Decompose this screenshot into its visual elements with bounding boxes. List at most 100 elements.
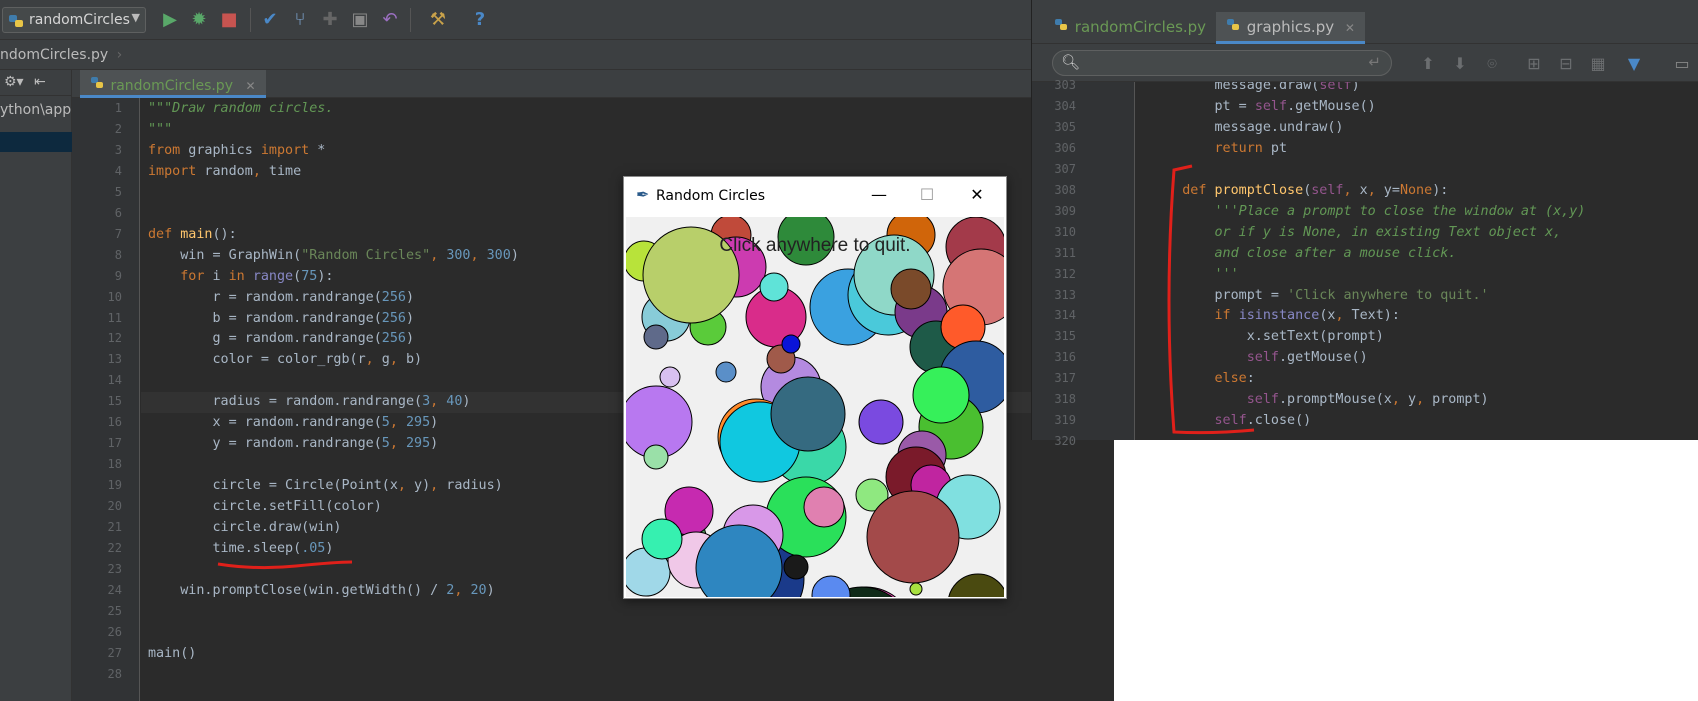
line-number: 319 bbox=[1054, 413, 1076, 428]
line-number: 26 bbox=[107, 624, 122, 639]
arrow-up-icon[interactable]: ⬆ bbox=[1418, 54, 1438, 74]
circle bbox=[643, 324, 669, 350]
code-line[interactable]: """Draw random circles. bbox=[148, 98, 1108, 119]
right-tabbar: randomCircles.py ✕ graphics.py ✕ bbox=[1032, 0, 1698, 44]
tab-randomcircles-right[interactable]: randomCircles.py ✕ bbox=[1044, 12, 1237, 44]
code-line[interactable] bbox=[148, 601, 1108, 622]
line-number: 19 bbox=[107, 478, 122, 493]
tk-feather-icon: ✒ bbox=[636, 185, 650, 204]
line-number: 28 bbox=[107, 666, 122, 681]
chevron-right-icon: › bbox=[116, 47, 123, 63]
vcs-branch-icon[interactable]: ⑂ bbox=[288, 8, 312, 32]
circles-drawing bbox=[626, 217, 1004, 597]
line-number: 303 bbox=[1054, 78, 1076, 92]
code-line[interactable]: message.undraw() bbox=[1150, 117, 1698, 138]
code-line[interactable]: pt = self.getMouse() bbox=[1150, 96, 1698, 117]
minimize-button[interactable]: — bbox=[856, 181, 902, 209]
filter-icon[interactable]: ▼ bbox=[1624, 54, 1644, 74]
line-number: 27 bbox=[107, 645, 122, 660]
line-number: 5 bbox=[114, 184, 122, 199]
select-all-occurrences-icon[interactable]: ▦ bbox=[1588, 54, 1608, 74]
line-number: 9 bbox=[114, 268, 122, 283]
close-icon[interactable]: ✕ bbox=[1345, 21, 1355, 35]
tab-graphics[interactable]: graphics.py ✕ bbox=[1216, 12, 1365, 44]
line-number: 320 bbox=[1054, 434, 1076, 449]
code-line[interactable]: main() bbox=[148, 643, 1108, 664]
remove-occurrence-icon[interactable]: ⊟ bbox=[1556, 54, 1576, 74]
code-line[interactable] bbox=[148, 664, 1108, 685]
close-icon[interactable]: ✕ bbox=[245, 79, 255, 93]
maximize-button[interactable]: ☐ bbox=[904, 181, 950, 209]
line-number: 7 bbox=[114, 226, 122, 241]
vcs-update-icon[interactable]: ✔ bbox=[258, 8, 282, 32]
line-number: 2 bbox=[114, 121, 122, 136]
vcs-history-icon[interactable]: ▣ bbox=[348, 8, 372, 32]
search-input[interactable]: 🔍︎ ↵ bbox=[1052, 50, 1392, 76]
line-number: 304 bbox=[1054, 98, 1076, 113]
line-number: 25 bbox=[107, 603, 122, 618]
code-line[interactable]: return pt bbox=[1150, 138, 1698, 159]
tk-canvas[interactable]: Click anywhere to quit. bbox=[626, 217, 1004, 597]
circle bbox=[948, 573, 1004, 597]
close-button[interactable]: ✕ bbox=[954, 181, 1000, 209]
run-icon[interactable]: ▶ bbox=[158, 8, 182, 32]
code-line[interactable] bbox=[148, 622, 1108, 643]
line-number: 317 bbox=[1054, 371, 1076, 386]
tk-titlebar: ✒ Random Circles — ☐ ✕ bbox=[624, 177, 1006, 215]
tab-randomcircles[interactable]: randomCircles.py ✕ bbox=[80, 70, 266, 98]
red-underline-annotation bbox=[217, 560, 353, 570]
python-file-icon bbox=[1054, 18, 1070, 36]
code-line[interactable]: from graphics import * bbox=[148, 140, 1108, 161]
search-icon: 🔍︎ bbox=[1061, 53, 1081, 71]
circle bbox=[781, 334, 801, 354]
help-icon[interactable]: ? bbox=[468, 8, 492, 32]
line-number: 307 bbox=[1054, 161, 1076, 176]
sidebar-selected-item[interactable] bbox=[0, 132, 72, 152]
chevron-down-icon: ▼ bbox=[131, 11, 140, 24]
tab-label: graphics.py bbox=[1246, 18, 1335, 36]
line-number: 3 bbox=[114, 142, 122, 157]
line-number: 313 bbox=[1054, 287, 1076, 302]
add-occurrence-icon[interactable]: ⊞ bbox=[1524, 54, 1544, 74]
tk-window: ✒ Random Circles — ☐ ✕ Click anywhere to… bbox=[623, 176, 1007, 599]
circle bbox=[783, 554, 809, 580]
sidebar-tree-path[interactable]: ython\app bbox=[0, 96, 71, 118]
right-editor-panel: randomCircles.py ✕ graphics.py ✕ 🔍︎ ↵ ⬆ … bbox=[1031, 0, 1698, 448]
find-all-icon[interactable]: ⌾ bbox=[1482, 54, 1502, 74]
main-toolbar: randomCircles ▼ ▶ ✹ ■ ✔ ⑂ ✚ ▣ ↶ ⚒ ? bbox=[0, 0, 1114, 40]
sidebar-toolbar: ⚙▾ ⇤ bbox=[0, 70, 71, 96]
circle bbox=[909, 582, 923, 596]
line-number: 11 bbox=[107, 310, 122, 325]
line-number: 311 bbox=[1054, 245, 1076, 260]
stop-icon[interactable]: ■ bbox=[217, 8, 241, 32]
project-sidebar: ⚙▾ ⇤ ython\app bbox=[0, 70, 72, 701]
run-config-dropdown[interactable]: randomCircles ▼ bbox=[2, 7, 146, 33]
line-number: 14 bbox=[107, 373, 122, 388]
debug-icon[interactable]: ✹ bbox=[187, 8, 211, 32]
arrow-down-icon[interactable]: ⬇ bbox=[1450, 54, 1470, 74]
collapse-icon[interactable]: ⇤ bbox=[34, 74, 46, 90]
revert-icon[interactable]: ↶ bbox=[378, 8, 402, 32]
circle bbox=[759, 272, 789, 302]
settings-icon[interactable]: ⚒ bbox=[426, 8, 450, 32]
python-file-icon bbox=[8, 13, 26, 33]
enter-icon: ↵ bbox=[1368, 53, 1381, 71]
red-bracket-annotation bbox=[1167, 164, 1255, 435]
run-config-label: randomCircles bbox=[29, 12, 130, 28]
line-number: 10 bbox=[107, 289, 122, 304]
line-number: 20 bbox=[107, 499, 122, 514]
circle bbox=[643, 444, 669, 470]
more-icon[interactable]: ▭ bbox=[1672, 54, 1692, 74]
code-line[interactable]: message.draw(self) bbox=[1150, 82, 1698, 96]
line-number: 315 bbox=[1054, 329, 1076, 344]
breadcrumb[interactable]: ndomCircles.py bbox=[0, 47, 108, 63]
tk-window-title: Random Circles bbox=[656, 188, 766, 204]
navigation-bar: ndomCircles.py › bbox=[0, 40, 1114, 70]
line-number: 1 bbox=[114, 101, 122, 115]
tab-label: randomCircles.py bbox=[110, 78, 233, 94]
tab-label: randomCircles.py bbox=[1074, 18, 1207, 36]
vcs-push-icon[interactable]: ✚ bbox=[318, 8, 342, 32]
circle bbox=[715, 361, 737, 383]
code-line[interactable]: """ bbox=[148, 119, 1108, 140]
gear-icon[interactable]: ⚙▾ bbox=[4, 74, 24, 90]
